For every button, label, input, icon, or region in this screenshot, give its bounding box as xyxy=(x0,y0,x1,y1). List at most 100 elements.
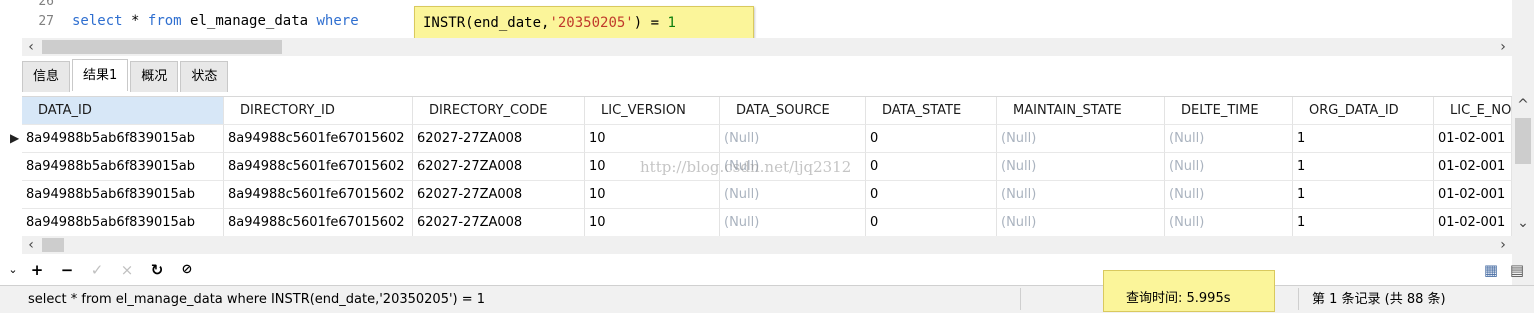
scroll-left-icon[interactable]: ‹ xyxy=(22,236,40,254)
scroll-thumb[interactable] xyxy=(42,40,282,54)
table-row[interactable]: 8a94988b5ab6f839015ab 8a94988c5601fe67015… xyxy=(22,153,1512,181)
table-row[interactable]: 8a94988b5ab6f839015ab 8a94988c5601fe67015… xyxy=(22,209,1512,237)
table-cell[interactable]: (Null) xyxy=(1165,125,1293,153)
table-cell[interactable]: 10 xyxy=(585,181,720,209)
table-cell[interactable]: (Null) xyxy=(997,209,1165,237)
table-cell[interactable]: 8a94988c5601fe67015602 xyxy=(224,209,413,237)
table-cell[interactable]: 0 xyxy=(866,125,997,153)
check-icon[interactable]: ✓ xyxy=(86,258,108,282)
column-header[interactable]: LIC_VERSION xyxy=(585,97,720,125)
table-cell[interactable]: 62027-27ZA008 xyxy=(413,209,585,237)
tab-status[interactable]: 状态 xyxy=(180,61,229,92)
status-query-time: 查询时间: 5.995s xyxy=(1126,291,1231,306)
table-cell[interactable]: 8a94988b5ab6f839015ab xyxy=(22,181,224,209)
table-cell[interactable]: 0 xyxy=(866,181,997,209)
table-cell[interactable]: (Null) xyxy=(720,153,866,181)
scroll-thumb[interactable] xyxy=(42,238,64,252)
table-cell[interactable]: 8a94988b5ab6f839015ab xyxy=(22,153,224,181)
table-cell[interactable]: 01-02-001 xyxy=(1434,209,1512,237)
table-cell[interactable]: (Null) xyxy=(1165,153,1293,181)
sql-editor[interactable]: 26 27 select * from el_manage_data where xyxy=(0,0,1512,38)
scroll-left-icon[interactable]: ‹ xyxy=(22,38,40,56)
result-grid[interactable]: DATA_ID DIRECTORY_ID DIRECTORY_CODE LIC_VER… xyxy=(10,96,1512,237)
stop-icon[interactable]: ⊘ xyxy=(176,258,198,282)
sql-operator-text: ) = xyxy=(633,15,668,31)
table-cell[interactable]: 8a94988b5ab6f839015ab xyxy=(22,209,224,237)
sql-function-text: INSTR(end_date, xyxy=(423,15,550,31)
grid-view-icon[interactable]: ▦ xyxy=(1480,258,1502,282)
table-row[interactable]: ▶ 8a94988b5ab6f839015ab 8a94988c5601fe6701… xyxy=(10,125,1512,153)
table-cell[interactable]: (Null) xyxy=(1165,209,1293,237)
scroll-down-icon[interactable]: ⌄ xyxy=(1514,214,1532,232)
tab-info[interactable]: 信息 xyxy=(22,61,71,92)
table-cell[interactable]: (Null) xyxy=(997,125,1165,153)
column-header[interactable]: DATA_STATE xyxy=(866,97,997,125)
query-time-highlight: 查询时间: 5.995s xyxy=(1103,270,1275,312)
column-header[interactable]: DATA_SOURCE xyxy=(720,97,866,125)
table-cell[interactable]: (Null) xyxy=(1165,181,1293,209)
scroll-right-icon[interactable]: › xyxy=(1494,236,1512,254)
status-sql: select * from el_manage_data where INSTR… xyxy=(28,292,486,307)
sql-text: select * from el_manage_data where xyxy=(72,13,367,29)
sql-keyword: where xyxy=(316,13,359,29)
table-cell[interactable]: 0 xyxy=(866,209,997,237)
table-cell[interactable]: 01-02-001 xyxy=(1434,153,1512,181)
table-cell[interactable]: 01-02-001 xyxy=(1434,181,1512,209)
table-cell[interactable]: (Null) xyxy=(997,153,1165,181)
column-header[interactable]: DATA_ID xyxy=(22,97,224,125)
column-header[interactable]: LIC_E_NO xyxy=(1434,97,1512,125)
table-cell[interactable]: 62027-27ZA008 xyxy=(413,125,585,153)
table-cell[interactable]: 8a94988c5601fe67015602 xyxy=(224,153,413,181)
table-cell[interactable]: 8a94988c5601fe67015602 xyxy=(224,125,413,153)
cancel-icon[interactable]: × xyxy=(116,258,138,282)
sql-keyword: from xyxy=(147,13,182,29)
chevron-down-icon[interactable]: ⌄ xyxy=(2,258,24,282)
sql-keyword: select xyxy=(72,13,123,29)
column-header[interactable]: ORG_DATA_ID xyxy=(1293,97,1434,125)
grid-toolbar: ⌄ + − ✓ × ↻ ⊘ ▦ ▤ xyxy=(0,258,1534,282)
plus-icon[interactable]: + xyxy=(26,258,48,282)
grid-vertical-scrollbar[interactable]: ^ ⌄ xyxy=(1512,96,1534,236)
table-cell[interactable]: (Null) xyxy=(720,209,866,237)
editor-horizontal-scrollbar[interactable]: ‹ › xyxy=(22,38,1512,56)
table-cell[interactable]: 10 xyxy=(585,125,720,153)
column-header[interactable]: DELTE_TIME xyxy=(1165,97,1293,125)
table-cell[interactable]: 10 xyxy=(585,153,720,181)
form-view-icon[interactable]: ▤ xyxy=(1506,258,1528,282)
table-cell[interactable]: 62027-27ZA008 xyxy=(413,181,585,209)
table-cell[interactable]: 1 xyxy=(1293,181,1434,209)
sql-code-line[interactable]: select * from el_manage_data where xyxy=(72,13,367,29)
table-cell[interactable]: 01-02-001 xyxy=(1434,125,1512,153)
column-header[interactable]: DIRECTORY_CODE xyxy=(413,97,585,125)
table-cell[interactable]: 8a94988c5601fe67015602 xyxy=(224,181,413,209)
table-cell[interactable]: 1 xyxy=(1293,209,1434,237)
scroll-thumb[interactable] xyxy=(1515,118,1531,164)
sql-string-literal: '20350205' xyxy=(549,15,634,31)
table-cell[interactable]: 1 xyxy=(1293,153,1434,181)
grid-horizontal-scrollbar[interactable]: ‹ › xyxy=(22,236,1512,254)
tab-overview[interactable]: 概况 xyxy=(130,61,179,92)
table-cell[interactable]: (Null) xyxy=(720,181,866,209)
status-divider xyxy=(1020,288,1021,310)
sql-number-literal: 1 xyxy=(667,15,676,31)
status-divider xyxy=(1298,288,1299,310)
table-cell[interactable]: (Null) xyxy=(720,125,866,153)
scroll-right-icon[interactable]: › xyxy=(1494,38,1512,56)
column-header[interactable]: DIRECTORY_ID xyxy=(224,97,413,125)
refresh-icon[interactable]: ↻ xyxy=(146,258,168,282)
table-row[interactable]: 8a94988b5ab6f839015ab 8a94988c5601fe67015… xyxy=(22,181,1512,209)
scroll-up-icon[interactable]: ^ xyxy=(1514,96,1532,114)
tab-result1[interactable]: 结果1 xyxy=(72,59,129,91)
table-cell[interactable]: (Null) xyxy=(997,181,1165,209)
column-header[interactable]: MAINTAIN_STATE xyxy=(997,97,1165,125)
table-cell[interactable]: 0 xyxy=(866,153,997,181)
table-cell[interactable]: 8a94988b5ab6f839015ab xyxy=(22,125,224,153)
grid-header-row: DATA_ID DIRECTORY_ID DIRECTORY_CODE LIC_VER… xyxy=(22,97,1512,125)
table-cell[interactable]: 62027-27ZA008 xyxy=(413,153,585,181)
minus-icon[interactable]: − xyxy=(56,258,78,282)
table-cell[interactable]: 1 xyxy=(1293,125,1434,153)
table-cell[interactable]: 10 xyxy=(585,209,720,237)
